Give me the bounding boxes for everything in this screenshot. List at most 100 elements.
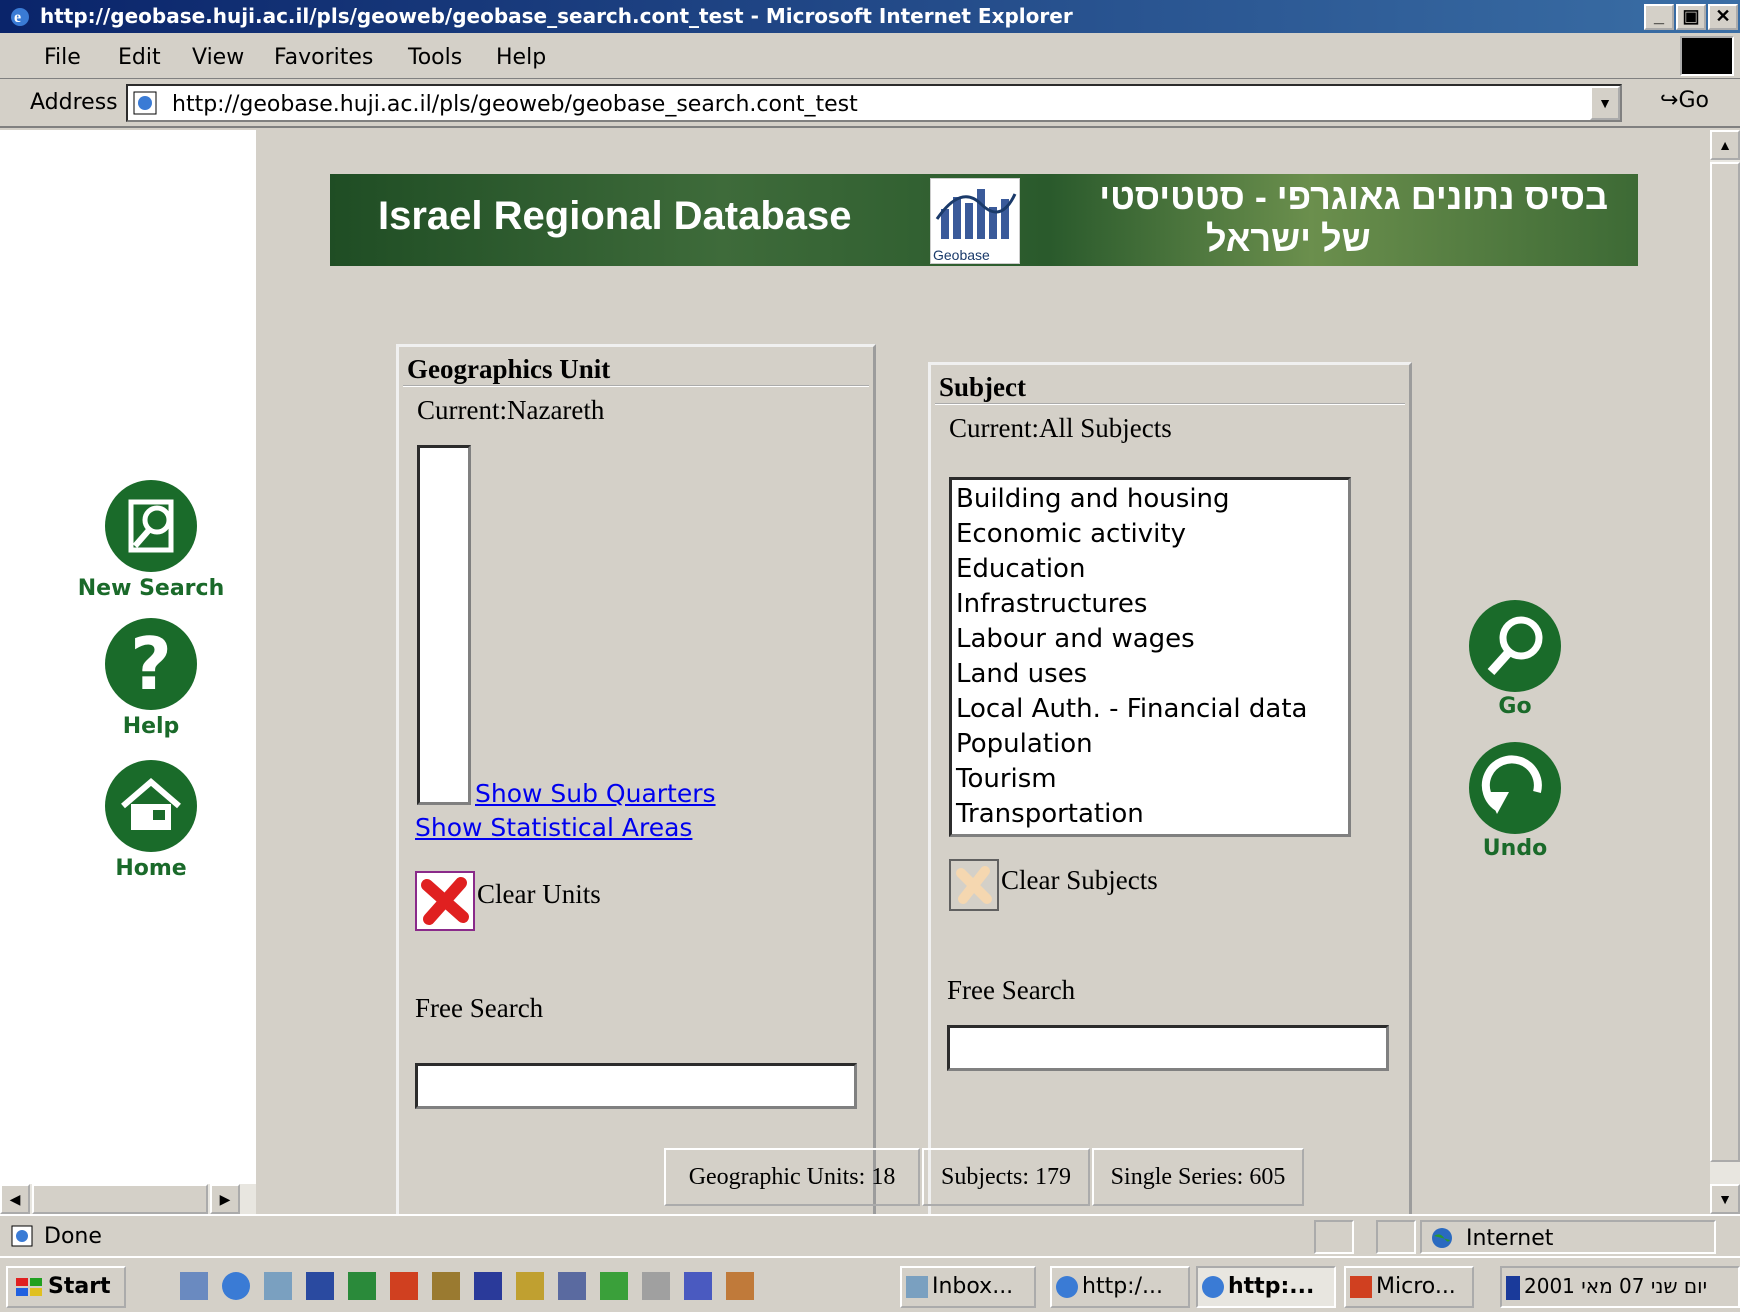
menu-bar: File Edit View Favorites Tools Help [0,33,1740,79]
task-inbox[interactable]: Inbox... [900,1266,1036,1308]
status-pane [1314,1220,1354,1254]
help-label: Help [122,714,180,739]
clock: יום שני 07 מאי 2001 [1524,1274,1708,1298]
clear-subjects-button[interactable] [949,859,999,911]
help-button[interactable]: ? Help [76,618,226,739]
banner: Israel Regional Database Geobase בסיס נת… [330,174,1638,266]
close-icon: ✕ [1715,6,1731,26]
home-button[interactable]: Home [76,760,226,881]
chevron-down-icon: ▼ [1598,95,1612,111]
subject-free-search-label: Free Search [947,975,1076,1005]
task-label: http:/... [1082,1274,1163,1299]
go-button[interactable]: ↪Go [1660,88,1709,113]
address-label: Address [30,90,118,115]
status-text: Done [44,1224,102,1249]
address-input[interactable]: http://geobase.huji.ac.il/pls/geoweb/geo… [126,84,1622,122]
clear-units-button[interactable] [415,871,475,931]
subject-option[interactable]: Infrastructures [952,587,1348,622]
task-microsoft[interactable]: Micro... [1344,1266,1474,1308]
scroll-left-button[interactable]: ◀ [0,1184,30,1214]
task-label: Inbox... [932,1274,1014,1299]
show-sub-quarters-link[interactable]: Show Sub Quarters [475,779,716,808]
minimize-button[interactable]: _ [1644,4,1674,30]
address-bar: Address http://geobase.huji.ac.il/pls/ge… [0,80,1740,128]
address-url: http://geobase.huji.ac.il/pls/geoweb/geo… [172,92,858,117]
go-label: Go [1498,694,1532,719]
powerpoint-icon [1350,1276,1372,1298]
subject-option[interactable]: Population [952,727,1348,762]
go-search-button[interactable]: Go [1440,600,1590,719]
show-statistical-areas-link[interactable]: Show Statistical Areas [415,813,692,842]
quick-launch-icon[interactable] [474,1272,502,1300]
quick-launch-icon[interactable] [600,1272,628,1300]
quick-launch-icon[interactable] [306,1272,334,1300]
banner-title-en: Israel Regional Database [378,194,852,238]
close-button[interactable]: ✕ [1708,4,1738,30]
quick-launch [150,1268,850,1306]
quick-launch-icon[interactable] [432,1272,460,1300]
menu-edit[interactable]: Edit [118,45,161,70]
geo-free-search-input[interactable] [415,1063,857,1109]
quick-launch-icon[interactable] [180,1272,208,1300]
subject-free-search-input[interactable] [947,1025,1389,1071]
scroll-down-button[interactable]: ▼ [1710,1184,1740,1214]
quick-launch-icon[interactable] [390,1272,418,1300]
subject-option[interactable]: Tourism [952,762,1348,797]
task-browser-1[interactable]: http:/... [1050,1266,1190,1308]
subject-option[interactable]: Building and housing [952,482,1348,517]
help-icon: ? [105,618,197,710]
logo-text: Geobase [933,247,990,263]
subject-option[interactable]: Land uses [952,657,1348,692]
go-arrow-icon: ↪ [1660,88,1679,113]
arrow-down-icon: ▼ [1718,1191,1732,1207]
start-label: Start [48,1274,111,1299]
quick-launch-icon[interactable] [558,1272,586,1300]
quick-launch-icon[interactable] [264,1272,292,1300]
subject-option[interactable]: Economic activity [952,517,1348,552]
vertical-scroll-thumb[interactable] [1710,162,1740,1162]
quick-launch-icon[interactable] [726,1272,754,1300]
menu-help[interactable]: Help [496,45,546,70]
banner-title-he-line1: בסיס נתונים גאוגרפי - סטטיסטי [1099,176,1608,217]
language-indicator-icon[interactable] [1506,1276,1520,1300]
horizontal-scroll-thumb[interactable] [32,1184,208,1214]
task-browser-2-active[interactable]: http:... [1196,1266,1336,1308]
maximize-button[interactable]: ▣ [1676,4,1706,30]
quick-launch-icon[interactable] [222,1272,250,1300]
subject-listbox[interactable]: Building and housing Economic activity E… [949,477,1351,837]
subject-option[interactable]: Transportation [952,797,1348,832]
menu-file[interactable]: File [44,45,81,70]
single-series-count: Single Series: 605 [1092,1148,1304,1206]
address-dropdown-button[interactable]: ▼ [1590,86,1620,120]
clear-x-icon [421,877,469,925]
scroll-right-button[interactable]: ▶ [210,1184,240,1214]
menu-view[interactable]: View [192,45,244,70]
menu-favorites[interactable]: Favorites [274,45,373,70]
status-bar: Done Internet [0,1214,1740,1256]
quick-launch-icon[interactable] [642,1272,670,1300]
geo-unit-listbox[interactable] [417,445,471,805]
subject-option[interactable]: Education [952,552,1348,587]
new-search-icon [105,480,197,572]
undo-button[interactable]: Undo [1440,742,1590,861]
page-icon [133,91,157,115]
banner-title-he-line2: של ישראל [1206,218,1371,259]
new-search-button[interactable]: New Search [76,480,226,601]
quick-launch-icon[interactable] [684,1272,712,1300]
scroll-up-button[interactable]: ▲ [1710,130,1740,160]
windows-logo-icon [1680,36,1734,76]
inbox-icon [906,1276,928,1298]
horizontal-scrollbar[interactable]: ◀ ▶ [0,1184,256,1214]
clear-x-disabled-icon [956,866,992,904]
start-button[interactable]: Start [6,1266,126,1308]
menu-tools[interactable]: Tools [408,45,462,70]
quick-launch-icon[interactable] [348,1272,376,1300]
chart-logo-icon [935,189,1017,239]
quick-launch-icon[interactable] [516,1272,544,1300]
title-bar[interactable]: e http://geobase.huji.ac.il/pls/geoweb/g… [0,0,1740,33]
clear-subjects-label: Clear Subjects [1001,865,1158,895]
geographic-units-count: Geographic Units: 18 [664,1148,920,1206]
subject-option[interactable]: Labour and wages [952,622,1348,657]
vertical-scrollbar[interactable]: ▲ ▼ [1710,130,1740,1214]
subject-option[interactable]: Local Auth. - Financial data [952,692,1348,727]
